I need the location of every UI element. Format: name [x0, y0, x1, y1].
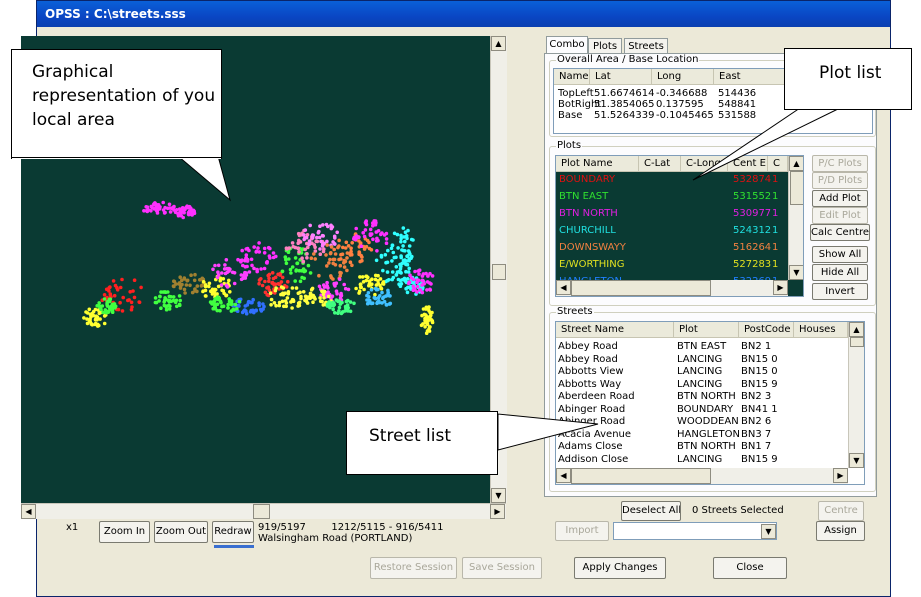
area-callout: Graphical representation of you local ar… [11, 49, 222, 159]
area-callout-pointer [176, 155, 231, 202]
plot-list-callout-pointer [692, 107, 841, 181]
plot-list-callout: Plot list [784, 48, 912, 110]
area-callout-bottom-edge [11, 157, 222, 158]
street-list-callout: Street list [346, 411, 498, 475]
street-list-callout-pointer [497, 413, 599, 451]
